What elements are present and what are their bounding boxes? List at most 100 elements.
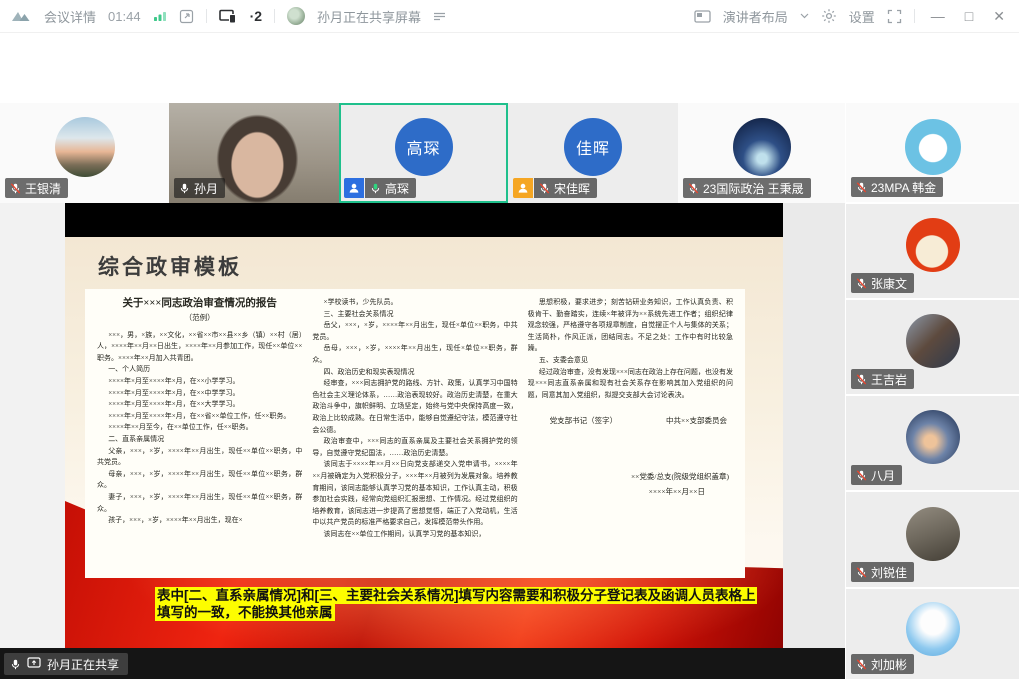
sharing-status-text[interactable]: 孙月正在共享屏幕 [317,7,421,26]
avatar [906,314,960,368]
screen-share-icon [27,657,41,672]
participant-tile[interactable]: 张康文 [846,204,1019,298]
participant-label: 王银清 [5,178,68,198]
layout-selector[interactable]: 演讲者布局 [723,7,788,26]
avatar [906,507,960,561]
role-person-icon [344,178,364,198]
avatar [906,410,960,464]
sharing-options-icon[interactable] [433,11,446,22]
sign-left: 党支部书记（签字） [538,415,618,427]
avatar: 佳晖 [564,118,622,176]
sharing-indicator-text: 孙月正在共享 [47,656,119,673]
participant-name: 23MPA 韩金 [871,179,936,196]
settings-button[interactable]: 设置 [849,7,875,26]
participant-label: 23国际政治 王秉晟 [683,178,811,198]
bottom-bar: 孙月正在共享 [0,648,845,679]
avatar: 高琛 [395,118,453,176]
avatar [905,119,961,175]
participant-tile[interactable]: 王银清 [0,103,169,203]
participant-tile[interactable]: 23国际政治 王秉晟 [678,103,845,203]
participant-name: 23国际政治 王秉晟 [703,180,804,197]
participant-label: 王吉岩 [851,369,914,389]
chevron-down-icon[interactable] [800,13,809,19]
participant-label: 八月 [851,465,902,485]
stamp-line: ××党委/总支(院级党组织盖章) [528,471,733,483]
participant-name: 王银清 [25,180,61,197]
document-subtitle: （范例） [97,312,302,324]
meeting-window: 会议详情 01:44 ·2 孙月正在共享屏幕 演讲者布局 [0,0,1019,679]
network-signal-icon [153,10,167,22]
participant-tile-active-speaker[interactable]: 高琛 高琛 [339,103,508,203]
layout-icon [694,10,711,23]
fullscreen-icon[interactable] [887,9,902,24]
sharer-avatar [287,7,305,25]
participant-label: 张康文 [851,273,914,293]
avatar [733,118,791,176]
maximize-button[interactable]: □ [961,9,977,23]
participant-tile[interactable]: 刘加彬 [846,589,1019,679]
participant-label: 孙月 [174,178,225,198]
document-title: 关于×××同志政治审查情况的报告 [97,297,302,311]
participant-name: 刘加彬 [871,656,907,673]
participant-label: 刘加彬 [851,654,914,674]
mic-muted-icon [856,374,867,385]
shared-screen-view: 综合政审模板 关于×××同志政治审查情况的报告 （范例） ×××，男，×族，××… [65,203,783,648]
shared-screens-count: ·2 [250,8,262,24]
meeting-timer: 01:44 [108,9,141,24]
participant-tile[interactable]: 刘锐佳 [846,492,1019,587]
minimize-button[interactable]: — [927,9,949,23]
participant-tile[interactable]: 佳晖 宋佳晖 [508,103,678,203]
participant-name: 八月 [871,467,895,484]
participant-tile[interactable]: 八月 [846,396,1019,490]
document-column-3: 思想积极，要求进步；刻苦钻研业务知识，工作认真负责、积极肯干、勤奋踏实，连续×年… [528,297,733,570]
participant-tile[interactable]: 王吉岩 [846,300,1019,394]
shared-slide: 综合政审模板 关于×××同志政治审查情况的报告 （范例） ×××，男，×族，××… [65,237,783,648]
participant-tile[interactable]: 23MPA 韩金 [846,103,1019,202]
participant-label: 宋佳晖 [513,178,597,198]
shared-screens-icon[interactable] [219,9,238,24]
gear-icon[interactable] [821,8,837,24]
participant-name: 刘锐佳 [871,564,907,581]
participant-label: 刘锐佳 [851,562,914,582]
close-button[interactable]: ✕ [989,9,1009,23]
mic-muted-icon [688,183,699,194]
document-paragraphs: ×学校读书，少先队员。三、主要社会关系情况岳父，×××，×岁，××××年××月出… [312,297,517,540]
mic-muted-icon [856,278,867,289]
participant-name: 孙月 [194,180,218,197]
mic-icon [10,659,21,670]
participant-tile[interactable]: 孙月 [169,103,339,203]
mic-muted-icon [856,470,867,481]
document-paragraphs: ×××，男，×族，××文化，××省××市××县××乡（镇）××村（居）人，×××… [97,330,302,527]
mic-active-icon [370,183,381,194]
mic-muted-icon [856,567,867,578]
slide-title: 综合政审模板 [98,251,242,281]
mic-muted-icon [539,183,550,194]
highlighted-annotation: 表中[二、直系亲属情况]和[三、主要社会关系情况]填写内容需要和积极分子登记表及… [155,587,767,621]
date-line: ××××年××月××日 [528,486,733,498]
right-margin [783,203,845,648]
participant-name: 张康文 [871,275,907,292]
participant-name: 王吉岩 [871,371,907,388]
avatar [906,218,960,272]
sign-right: 中共××支部委员会 [654,415,727,427]
topbar: 会议详情 01:44 ·2 孙月正在共享屏幕 演讲者布局 [0,0,1019,33]
meeting-details-button[interactable]: 会议详情 [44,7,96,26]
participant-label: 23MPA 韩金 [851,177,943,197]
document-panel: 关于×××同志政治审查情况的报告 （范例） ×××，男，×族，××文化，××省×… [85,289,745,578]
role-person-icon [513,178,533,198]
avatar [906,602,960,656]
participant-name: 宋佳晖 [554,180,590,197]
document-paragraphs: 思想积极，要求进步；刻苦钻研业务知识，工作认真负责、积极肯干、勤奋踏实，连续×年… [528,297,733,401]
mic-icon [179,183,190,194]
app-logo-icon [10,9,32,23]
mic-muted-icon [856,659,867,670]
participant-label: 高琛 [344,178,416,198]
avatar [55,117,115,177]
left-margin [0,203,65,648]
document-column-1: 关于×××同志政治审查情况的报告 （范例） ×××，男，×族，××文化，××省×… [97,297,302,570]
popout-window-icon[interactable] [179,9,194,24]
document-column-2: ×学校读书，少先队员。三、主要社会关系情况岳父，×××，×岁，××××年××月出… [312,297,517,570]
sharing-indicator-badge[interactable]: 孙月正在共享 [4,653,128,675]
mic-muted-icon [856,182,867,193]
mic-muted-icon [10,183,21,194]
